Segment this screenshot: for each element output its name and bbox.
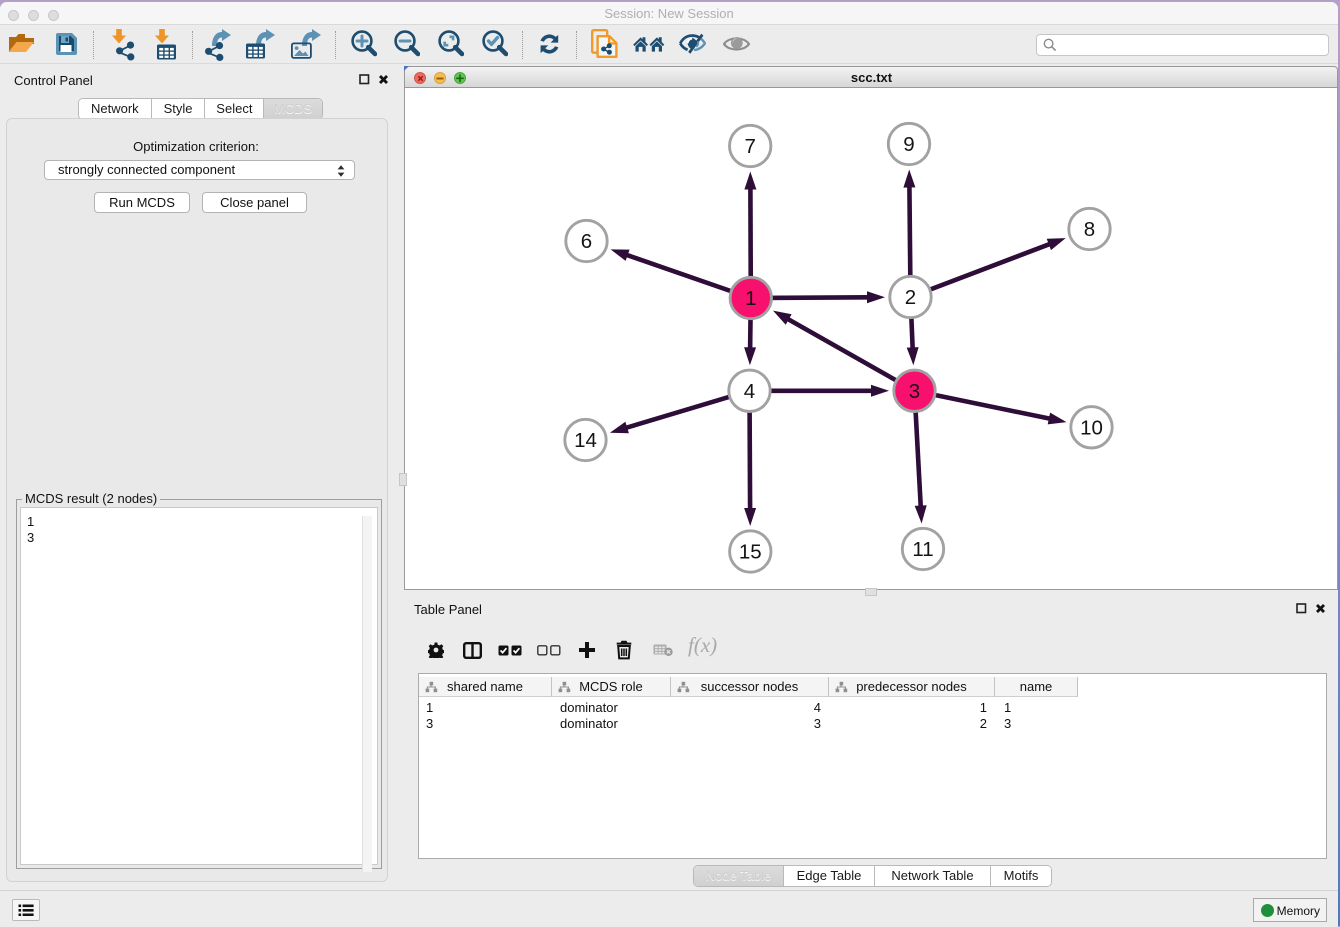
svg-text:7: 7 (744, 135, 755, 158)
svg-text:15: 15 (739, 541, 762, 564)
svg-text:11: 11 (912, 538, 933, 561)
svg-text:3: 3 (909, 380, 920, 403)
svg-text:9: 9 (903, 133, 914, 156)
svg-text:2: 2 (905, 286, 916, 309)
svg-text:14: 14 (574, 429, 597, 452)
svg-text:10: 10 (1080, 417, 1103, 440)
svg-text:8: 8 (1084, 218, 1095, 241)
svg-text:4: 4 (744, 380, 755, 403)
svg-text:1: 1 (745, 287, 756, 310)
svg-text:6: 6 (581, 230, 592, 253)
